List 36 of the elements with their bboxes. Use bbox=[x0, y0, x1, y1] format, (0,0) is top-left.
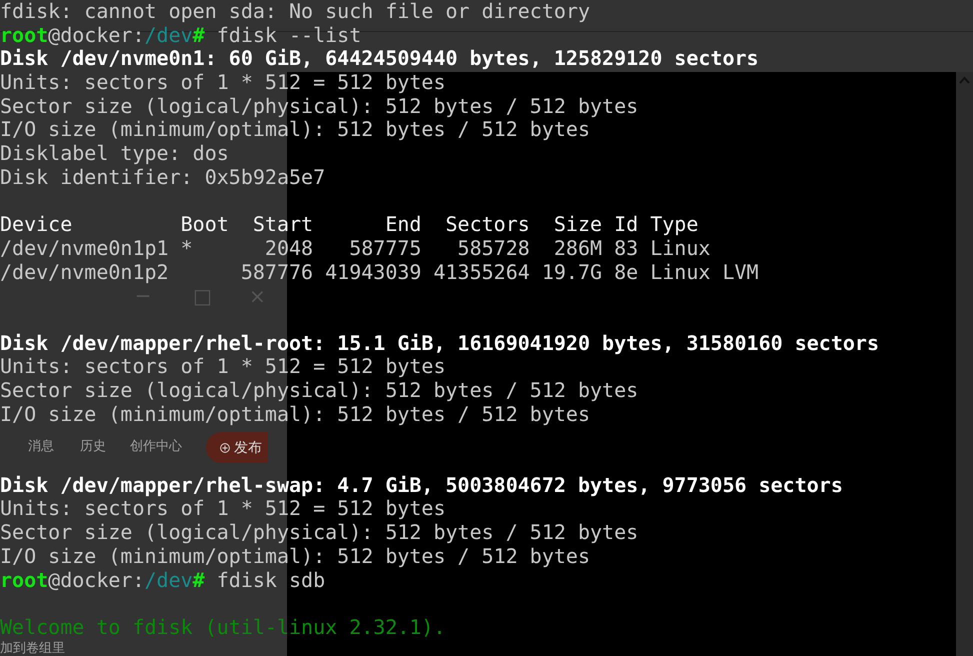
table-header-line: Device Boot Start End Sectors Size Id Type bbox=[0, 213, 698, 237]
output-line: fdisk: cannot open sda: No such file or directory bbox=[0, 0, 590, 24]
disk-summary-line: Disk /dev/mapper/rhel-swap: 4.7 GiB, 5003804672 bytes, 9773056 sectors bbox=[0, 474, 843, 498]
disk-summary-line: Disk /dev/mapper/rhel-root: 15.1 GiB, 16169041920 bytes, 31580160 sectors bbox=[0, 332, 879, 356]
prompt-user: root bbox=[0, 568, 48, 592]
output-line: Sector size (logical/physical): 512 bytes / 512 bytes bbox=[0, 379, 638, 403]
footer-text: 加到卷组里 bbox=[0, 641, 65, 656]
prompt-symbol: # bbox=[192, 24, 205, 48]
prompt-symbol: # bbox=[192, 568, 205, 592]
command-text: fdisk sdb bbox=[216, 568, 326, 592]
scrollbar[interactable] bbox=[956, 72, 973, 656]
disk-summary-line: Disk /dev/nvme0n1: 60 GiB, 64424509440 bytes, 125829120 sectors bbox=[0, 47, 759, 72]
welcome-message: Welcome to fdisk (util-linux 2.32.1). bbox=[0, 616, 446, 640]
output-line: I/O size (minimum/optimal): 512 bytes / 512 bytes bbox=[0, 402, 590, 426]
prompt-path: /dev bbox=[144, 568, 193, 592]
publish-button[interactable]: 发布 bbox=[206, 432, 268, 463]
output-line: Sector size (logical/physical): 512 bytes / 512 bytes bbox=[0, 521, 638, 545]
output-line: Units: sectors of 1 * 512 = 512 bytes bbox=[0, 71, 446, 95]
prompt-host: @docker: bbox=[48, 24, 144, 48]
nav-tab[interactable]: 消息 bbox=[28, 437, 54, 457]
nav-tab[interactable]: 历史 bbox=[80, 437, 106, 457]
scroll-up-icon[interactable] bbox=[959, 76, 970, 84]
output-line: I/O size (minimum/optimal): 512 bytes / 512 bytes bbox=[0, 544, 590, 568]
output-line: /dev/nvme0n1p2 587776 41943039 41355264 19.7G 8e Linux LVM bbox=[0, 260, 759, 284]
prompt-user: root bbox=[0, 24, 48, 48]
output-line: /dev/nvme0n1p1 * 2048 587775 585728 286M 83 Linux bbox=[0, 236, 710, 261]
output-line: Disklabel type: dos bbox=[0, 142, 229, 166]
prompt-host: @docker: bbox=[48, 568, 144, 592]
nav-tab[interactable]: 创作中心 bbox=[130, 437, 182, 457]
command-text: fdisk --list bbox=[216, 24, 362, 48]
output-line: Sector size (logical/physical): 512 bytes / 512 bytes bbox=[0, 94, 638, 118]
output-line: Disk identifier: 0x5b92a5e7 bbox=[0, 166, 326, 190]
output-line: Units: sectors of 1 * 512 = 512 bytes bbox=[0, 497, 446, 522]
prompt-path: /dev bbox=[144, 24, 193, 48]
output-line: I/O size (minimum/optimal): 512 bytes / 512 bytes bbox=[0, 118, 590, 142]
output-line: Units: sectors of 1 * 512 = 512 bytes bbox=[0, 355, 446, 379]
